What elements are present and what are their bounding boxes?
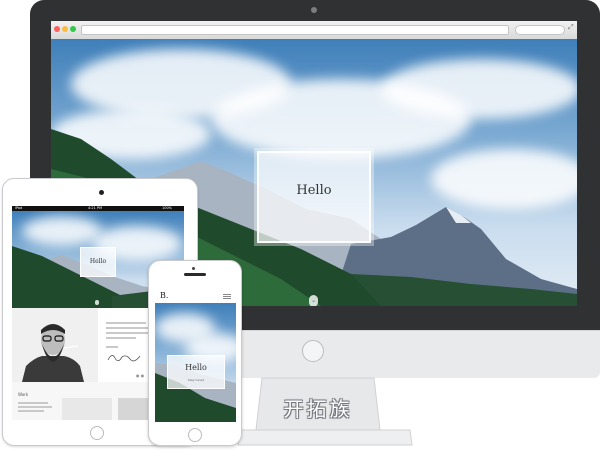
hamburger-menu-icon[interactable] bbox=[223, 294, 231, 299]
phone-header: B. bbox=[155, 289, 236, 304]
phone-camera bbox=[192, 267, 195, 270]
signature-icon bbox=[107, 355, 141, 362]
phone-hello-subtitle: Stay tuned bbox=[187, 378, 205, 382]
phone-home-button[interactable] bbox=[188, 428, 202, 442]
work-label: Work bbox=[18, 392, 29, 397]
tablet-scroll-icon[interactable] bbox=[95, 300, 99, 305]
tablet-camera bbox=[99, 190, 104, 195]
phone-speaker bbox=[184, 273, 206, 276]
phone-screen: B. Hello Stay tuned bbox=[155, 289, 236, 422]
profile-portrait bbox=[12, 308, 98, 382]
phone-hello-heading: Hello bbox=[185, 363, 207, 372]
tablet-hello-banner: Hello bbox=[80, 247, 116, 277]
phone-hero-photo: Hello Stay tuned bbox=[155, 303, 236, 422]
tablet-home-button[interactable] bbox=[90, 426, 104, 440]
site-logo[interactable]: B. bbox=[160, 291, 168, 300]
phone-hello-banner: Hello Stay tuned bbox=[167, 355, 225, 389]
portrait-pager[interactable]: ● ● bbox=[136, 373, 144, 378]
tablet-hello-heading: Hello bbox=[89, 258, 107, 265]
watermark-text: 开拓族 bbox=[283, 397, 353, 421]
work-thumbnail[interactable] bbox=[62, 398, 112, 420]
work-thumbnail[interactable] bbox=[118, 398, 150, 420]
